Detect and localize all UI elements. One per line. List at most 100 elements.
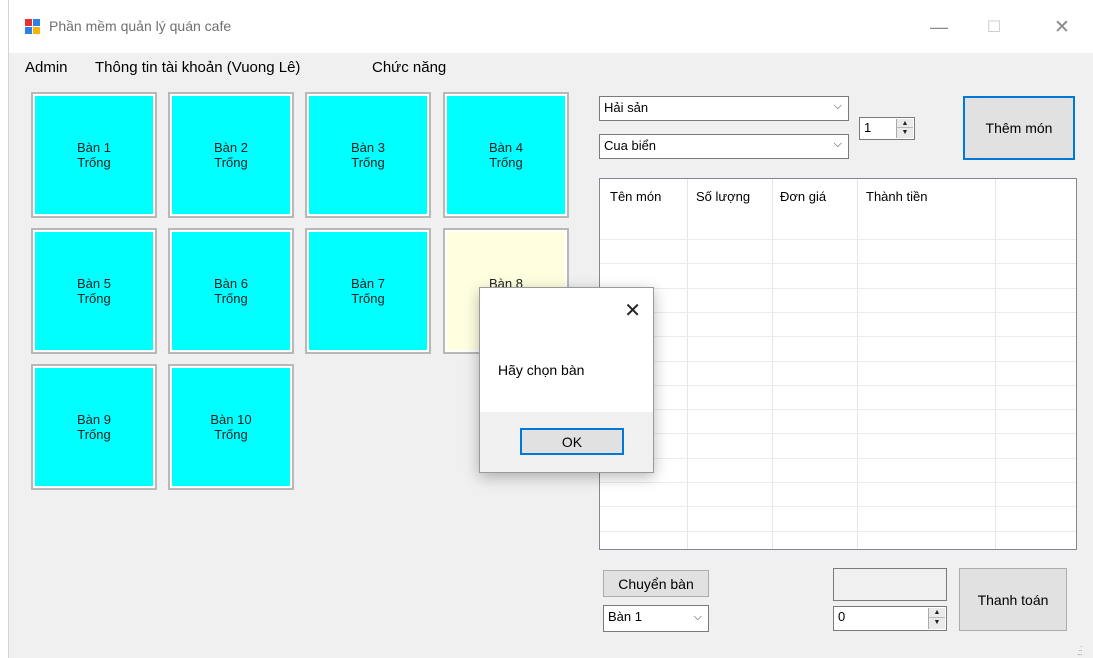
maximize-button[interactable]: ☐ — [974, 12, 1014, 42]
spin-down-icon[interactable]: ▼ — [929, 618, 945, 628]
table-button-9[interactable]: Bàn 9 Trống — [31, 364, 157, 490]
table-button-face: Bàn 9 Trống — [35, 368, 153, 486]
spin-up-icon[interactable]: ▲ — [897, 119, 913, 128]
message-dialog: ✕ Hãy chọn bàn OK — [479, 287, 654, 473]
row-divider — [600, 239, 1076, 240]
dialog-message: Hãy chọn bàn — [498, 362, 585, 378]
close-icon: ✕ — [1054, 16, 1070, 38]
table-name: Bàn 6 — [214, 276, 248, 291]
column-divider — [995, 179, 996, 549]
column-divider — [857, 179, 858, 549]
row-divider — [600, 409, 1076, 410]
menu-bar: Admin Thông tin tài khoản (Vuong Lê) Chứ… — [9, 53, 1093, 83]
ok-button[interactable]: OK — [520, 428, 624, 455]
table-name: Bàn 3 — [351, 140, 385, 155]
app-grid-icon — [25, 19, 41, 35]
row-divider — [600, 336, 1076, 337]
table-button-face: Bàn 4 Trống — [447, 96, 565, 214]
quantity-value: 1 — [864, 120, 872, 135]
main-window: Phần mềm quản lý quán cafe — ☐ ✕ Admin T… — [8, 0, 1093, 658]
food-combobox[interactable]: Cua biển ⌵ — [599, 134, 849, 159]
row-divider — [600, 433, 1076, 434]
table-status: Trống — [77, 155, 111, 170]
table-button-5[interactable]: Bàn 5 Trống — [31, 228, 157, 354]
total-price-box — [833, 568, 947, 601]
food-value: Cua biển — [604, 138, 657, 153]
row-divider — [600, 531, 1076, 532]
table-button-10[interactable]: Bàn 10 Trống — [168, 364, 294, 490]
row-divider — [600, 482, 1076, 483]
chevron-down-icon: ⌵ — [833, 138, 842, 150]
table-button-1[interactable]: Bàn 1 Trống — [31, 92, 157, 218]
table-name: Bàn 7 — [351, 276, 385, 291]
table-button-face: Bàn 6 Trống — [172, 232, 290, 350]
table-button-face: Bàn 1 Trống — [35, 96, 153, 214]
resize-grip-icon[interactable]: . ..... — [1077, 640, 1089, 657]
row-divider — [600, 458, 1076, 459]
table-status: Trống — [214, 427, 248, 442]
table-button-face: Bàn 3 Trống — [309, 96, 427, 214]
table-status: Trống — [214, 291, 248, 306]
minimize-icon: — — [930, 16, 948, 37]
chevron-down-icon: ⌵ — [693, 611, 702, 623]
minimize-button[interactable]: — — [919, 12, 959, 42]
table-name: Bàn 5 — [77, 276, 111, 291]
dialog-close-icon[interactable]: ✕ — [624, 298, 641, 323]
switch-table-combobox[interactable]: Bàn 1 ⌵ — [603, 605, 709, 632]
table-button-6[interactable]: Bàn 6 Trống — [168, 228, 294, 354]
column-header-price[interactable]: Đơn giá — [780, 189, 826, 204]
table-status: Trống — [77, 291, 111, 306]
dialog-footer: OK — [480, 412, 653, 472]
row-divider — [600, 506, 1076, 507]
column-header-total[interactable]: Thành tiền — [866, 189, 927, 204]
bill-listview[interactable]: Tên món Số lượng Đơn giá Thành tiền — [599, 178, 1077, 550]
table-status: Trống — [351, 291, 385, 306]
chevron-down-icon: ⌵ — [833, 100, 842, 112]
spin-down-icon[interactable]: ▼ — [897, 128, 913, 137]
table-button-3[interactable]: Bàn 3 Trống — [305, 92, 431, 218]
row-divider — [600, 361, 1076, 362]
table-name: Bàn 9 — [77, 412, 111, 427]
table-status: Trống — [77, 427, 111, 442]
table-status: Trống — [489, 155, 523, 170]
table-button-face: Bàn 10 Trống — [172, 368, 290, 486]
menu-functions[interactable]: Chức năng — [372, 59, 446, 76]
table-name: Bàn 2 — [214, 140, 248, 155]
spin-buttons: ▲ ▼ — [896, 119, 913, 138]
table-name: Bàn 4 — [489, 140, 523, 155]
menu-admin[interactable]: Admin — [25, 59, 68, 76]
add-food-button[interactable]: Thêm món — [963, 96, 1075, 160]
table-status: Trống — [214, 155, 248, 170]
row-divider — [600, 288, 1076, 289]
table-button-4[interactable]: Bàn 4 Trống — [443, 92, 569, 218]
spin-up-icon[interactable]: ▲ — [929, 608, 945, 618]
column-divider — [687, 179, 688, 549]
discount-stepper[interactable]: 0 ▲ ▼ — [833, 606, 947, 631]
spin-buttons: ▲ ▼ — [928, 608, 945, 629]
switch-table-button[interactable]: Chuyển bàn — [603, 570, 709, 597]
row-divider — [600, 385, 1076, 386]
quantity-stepper[interactable]: 1 ▲ ▼ — [859, 117, 915, 140]
close-button[interactable]: ✕ — [1042, 12, 1082, 42]
category-value: Hải sản — [604, 100, 649, 115]
table-name: Bàn 10 — [210, 412, 252, 427]
table-status: Trống — [351, 155, 385, 170]
table-button-2[interactable]: Bàn 2 Trống — [168, 92, 294, 218]
column-header-quantity[interactable]: Số lượng — [696, 189, 750, 204]
table-button-face: Bàn 2 Trống — [172, 96, 290, 214]
title-bar: Phần mềm quản lý quán cafe — ☐ ✕ — [9, 0, 1093, 53]
row-divider — [600, 312, 1076, 313]
table-button-7[interactable]: Bàn 7 Trống — [305, 228, 431, 354]
window-title: Phần mềm quản lý quán cafe — [49, 18, 232, 34]
menu-account-info[interactable]: Thông tin tài khoản (Vuong Lê) — [95, 59, 300, 76]
table-button-face: Bàn 7 Trống — [309, 232, 427, 350]
switch-table-value: Bàn 1 — [608, 609, 642, 624]
column-divider — [772, 179, 773, 549]
category-combobox[interactable]: Hải sản ⌵ — [599, 96, 849, 121]
checkout-button[interactable]: Thanh toán — [959, 568, 1067, 631]
table-name: Bàn 1 — [77, 140, 111, 155]
column-header-food[interactable]: Tên món — [610, 189, 661, 204]
maximize-icon: ☐ — [986, 19, 1002, 36]
table-button-face: Bàn 5 Trống — [35, 232, 153, 350]
discount-value: 0 — [838, 609, 846, 624]
